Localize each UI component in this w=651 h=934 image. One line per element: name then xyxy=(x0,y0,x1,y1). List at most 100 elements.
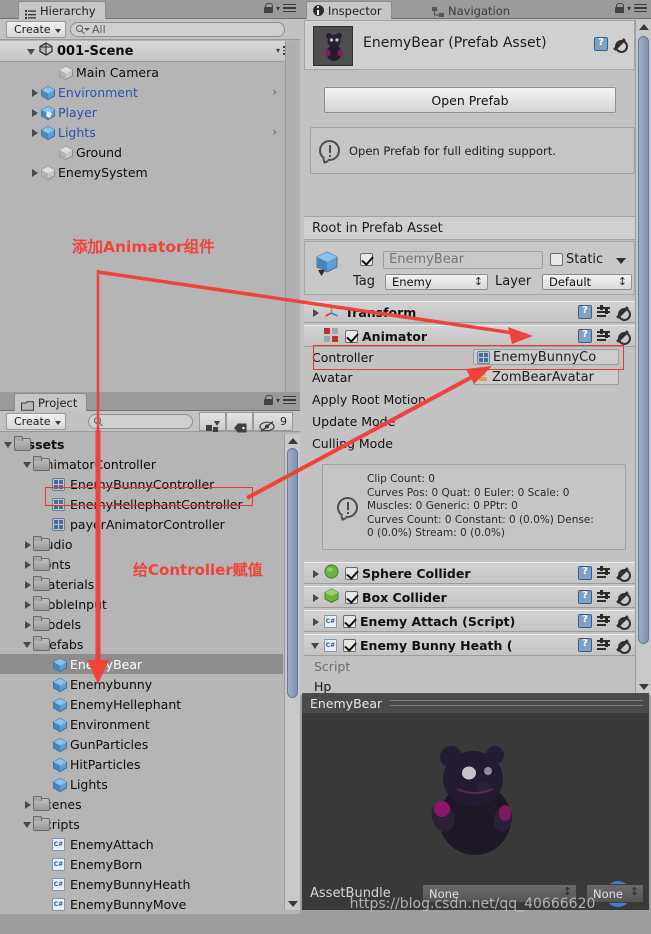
hierarchy-search-input[interactable]: All xyxy=(70,22,285,37)
project-scroll-thumb[interactable] xyxy=(287,448,298,698)
preset-icon[interactable] xyxy=(597,614,611,628)
scroll-up-button[interactable] xyxy=(285,434,300,447)
gear-icon[interactable] xyxy=(613,38,628,53)
project-create-button[interactable]: Create xyxy=(6,413,66,430)
fold-arrow[interactable] xyxy=(22,559,33,570)
fold-arrow[interactable] xyxy=(22,539,33,550)
tab-inspector[interactable]: Inspector xyxy=(306,1,392,19)
fold-arrow[interactable] xyxy=(29,127,40,138)
preview-drag-handle[interactable] xyxy=(390,700,643,706)
gear-icon[interactable] xyxy=(616,330,631,345)
component-header-enemy-bunny-heath[interactable]: C# Enemy Bunny Heath ( xyxy=(304,634,635,656)
fold-arrow[interactable] xyxy=(22,459,33,470)
project-item-enemybear[interactable]: EnemyBear xyxy=(0,654,283,674)
help-icon[interactable] xyxy=(578,638,592,652)
box-enabled-checkbox[interactable] xyxy=(345,590,358,604)
sphere-fold-arrow[interactable] xyxy=(310,568,321,579)
fold-arrow[interactable] xyxy=(29,87,40,98)
bunnyheath-enabled-checkbox[interactable] xyxy=(343,638,356,652)
fold-arrow[interactable] xyxy=(22,639,33,650)
static-dropdown-arrow[interactable] xyxy=(616,258,626,264)
project-item-assets[interactable]: Assets xyxy=(0,434,283,454)
project-item-environment[interactable]: Environment xyxy=(0,714,283,734)
help-icon[interactable] xyxy=(578,305,592,319)
preset-icon[interactable] xyxy=(597,566,611,580)
project-item-enemybunny[interactable]: Enemybunny xyxy=(0,674,283,694)
project-item-payeranimatorcontroller[interactable]: payerAnimatorController xyxy=(0,514,283,534)
project-item-lights[interactable]: Lights xyxy=(0,774,283,794)
project-item-hitparticles[interactable]: HitParticles xyxy=(0,754,283,774)
help-icon[interactable] xyxy=(594,37,608,51)
menu-icon[interactable] xyxy=(634,3,647,13)
chevron-right-icon[interactable]: › xyxy=(272,85,277,99)
gear-icon[interactable] xyxy=(616,639,631,654)
project-item-enemybunnymove[interactable]: C# EnemyBunnyMove xyxy=(0,894,283,914)
hierarchy-item-enemysystem[interactable]: EnemySystem xyxy=(0,162,285,182)
lock-icon[interactable] xyxy=(263,3,274,13)
gear-icon[interactable] xyxy=(616,567,631,582)
transform-fold-arrow[interactable] xyxy=(310,307,321,318)
help-icon[interactable] xyxy=(578,329,592,343)
lock-icon[interactable] xyxy=(263,395,274,405)
hierarchy-create-button[interactable]: Create xyxy=(6,21,66,38)
help-icon[interactable] xyxy=(578,590,592,604)
tab-navigation[interactable]: Navigation xyxy=(425,1,520,19)
menu-icon[interactable] xyxy=(283,395,296,405)
project-search-input[interactable] xyxy=(88,414,193,429)
component-header-enemy-attach[interactable]: C# Enemy Attach (Script) xyxy=(304,610,635,632)
fold-arrow[interactable] xyxy=(22,619,33,630)
scene-fold-arrow[interactable] xyxy=(26,46,37,57)
box-fold-arrow[interactable] xyxy=(310,592,321,603)
gear-icon[interactable] xyxy=(616,591,631,606)
lock-icon[interactable] xyxy=(614,3,625,13)
menu-icon[interactable] xyxy=(283,3,296,13)
scroll-up-button[interactable] xyxy=(636,20,651,33)
animator-avatar-field[interactable]: ZomBearAvatar xyxy=(473,369,619,385)
animator-enabled-checkbox[interactable] xyxy=(345,329,358,343)
project-item-audio[interactable]: Audio xyxy=(0,534,283,554)
hierarchy-item-player[interactable]: Player xyxy=(0,102,285,122)
bunnyheath-fold-arrow[interactable] xyxy=(310,640,321,651)
fold-arrow[interactable] xyxy=(22,819,33,830)
component-header-animator[interactable]: Animator xyxy=(304,325,635,347)
preset-icon[interactable] xyxy=(597,590,611,604)
scroll-down-button[interactable] xyxy=(285,897,300,910)
layer-dropdown[interactable]: Default xyxy=(542,274,632,290)
gear-icon[interactable] xyxy=(616,306,631,321)
preset-icon[interactable] xyxy=(597,638,611,652)
hierarchy-item-main-camera[interactable]: Main Camera xyxy=(0,62,285,82)
preset-icon[interactable] xyxy=(597,305,611,319)
fold-arrow[interactable] xyxy=(29,107,40,118)
inspector-scroll-thumb[interactable] xyxy=(638,36,649,644)
gear-icon[interactable] xyxy=(616,615,631,630)
gameobject-enabled-checkbox[interactable] xyxy=(360,253,373,266)
fold-arrow[interactable] xyxy=(29,167,40,178)
fold-arrow[interactable] xyxy=(22,799,33,810)
visibility-filter-button[interactable]: 9 xyxy=(253,412,293,433)
open-prefab-button[interactable]: Open Prefab xyxy=(324,87,616,113)
enemyattach-fold-arrow[interactable] xyxy=(310,616,321,627)
project-item-enemyhellephant[interactable]: EnemyHellephant xyxy=(0,694,283,714)
tab-project[interactable]: Project xyxy=(14,393,88,411)
static-checkbox[interactable] xyxy=(550,253,563,266)
tab-hierarchy[interactable]: Hierarchy xyxy=(18,1,106,19)
preset-icon[interactable] xyxy=(597,329,611,343)
preview-header[interactable]: EnemyBear xyxy=(302,693,649,713)
help-icon[interactable] xyxy=(578,614,592,628)
hierarchy-item-ground[interactable]: Ground xyxy=(0,142,285,162)
component-header-sphere-collider[interactable]: Sphere Collider xyxy=(304,562,635,584)
project-item-scripts[interactable]: Scripts xyxy=(0,814,283,834)
enemyattach-enabled-checkbox[interactable] xyxy=(343,614,356,628)
hierarchy-item-environment[interactable]: Environment › xyxy=(0,82,285,102)
component-header-box-collider[interactable]: Box Collider xyxy=(304,586,635,608)
project-tab-menu[interactable]: ▾ xyxy=(263,395,296,405)
chevron-right-icon[interactable]: › xyxy=(272,125,277,139)
project-item-mobleinput[interactable]: MobleInput xyxy=(0,594,283,614)
fold-arrow[interactable] xyxy=(3,439,14,450)
preview-body[interactable]: AssetBundle None None https://blog.csdn.… xyxy=(302,713,649,912)
label-filter-button[interactable] xyxy=(226,412,253,433)
project-item-scenes[interactable]: Scenes xyxy=(0,794,283,814)
scroll-down-button[interactable] xyxy=(636,680,651,693)
component-header-transform[interactable]: Transform xyxy=(304,301,635,323)
inspector-tab-menu[interactable]: ▾ xyxy=(614,3,647,13)
